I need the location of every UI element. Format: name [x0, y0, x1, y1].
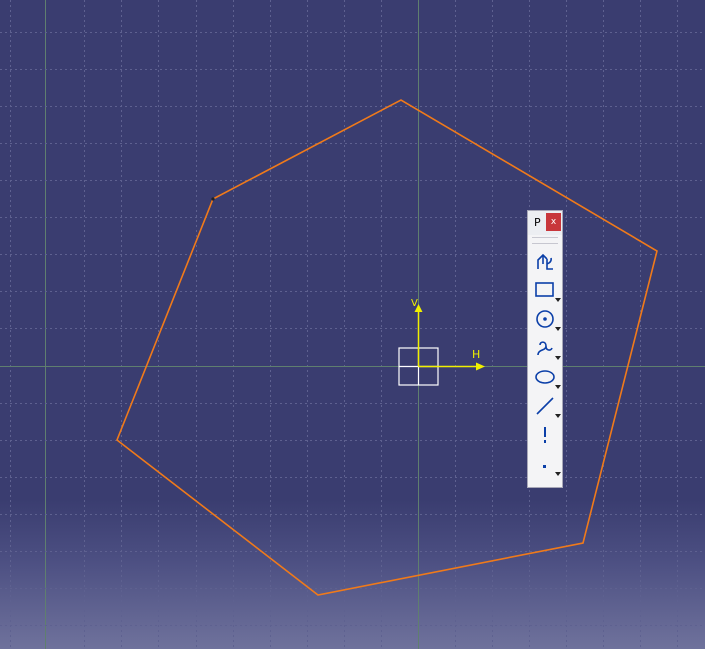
ellipse-tool-button[interactable] — [528, 362, 562, 391]
circle-tool-button[interactable] — [528, 304, 562, 333]
spline-dropdown-arrow[interactable] — [555, 356, 561, 360]
ellipse-icon — [535, 370, 555, 384]
axis-tool-button[interactable] — [528, 420, 562, 449]
point-tool-button[interactable] — [528, 449, 562, 478]
hexagon-profile[interactable] — [116, 99, 658, 596]
ellipse-dropdown-arrow[interactable] — [555, 385, 561, 389]
sketch-canvas[interactable] — [0, 0, 705, 649]
line-dropdown-arrow[interactable] — [555, 414, 561, 418]
toolbar-titlebar[interactable]: P x — [528, 211, 562, 235]
axis-icon — [544, 427, 546, 443]
circle-dropdown-arrow[interactable] — [555, 327, 561, 331]
spline-icon — [537, 341, 553, 356]
toolbar-grip[interactable] — [532, 237, 558, 244]
sketch-grid — [0, 0, 705, 649]
toolbar-title: P — [534, 216, 541, 229]
v-axis-label: V — [411, 298, 418, 309]
profile-tool-button[interactable] — [528, 246, 562, 275]
h-axis-arrow — [476, 362, 485, 371]
circle-icon — [536, 310, 554, 328]
profile-endpoint[interactable] — [211, 197, 215, 201]
sketch-viewport[interactable]: H V P x — [0, 0, 705, 649]
point-icon — [543, 465, 546, 468]
spline-tool-button[interactable] — [528, 333, 562, 362]
profile-toolbar[interactable]: P x — [527, 210, 563, 488]
rectangle-icon — [535, 282, 554, 297]
h-axis-label: H — [472, 348, 481, 361]
line-tool-button[interactable] — [528, 391, 562, 420]
point-dropdown-arrow[interactable] — [555, 472, 561, 476]
line-icon — [536, 397, 554, 415]
sketch-origin — [398, 304, 485, 386]
rectangle-dropdown-arrow[interactable] — [555, 298, 561, 302]
toolbar-close-button[interactable]: x — [546, 213, 561, 231]
rectangle-tool-button[interactable] — [528, 275, 562, 304]
profile-icon — [537, 253, 553, 270]
